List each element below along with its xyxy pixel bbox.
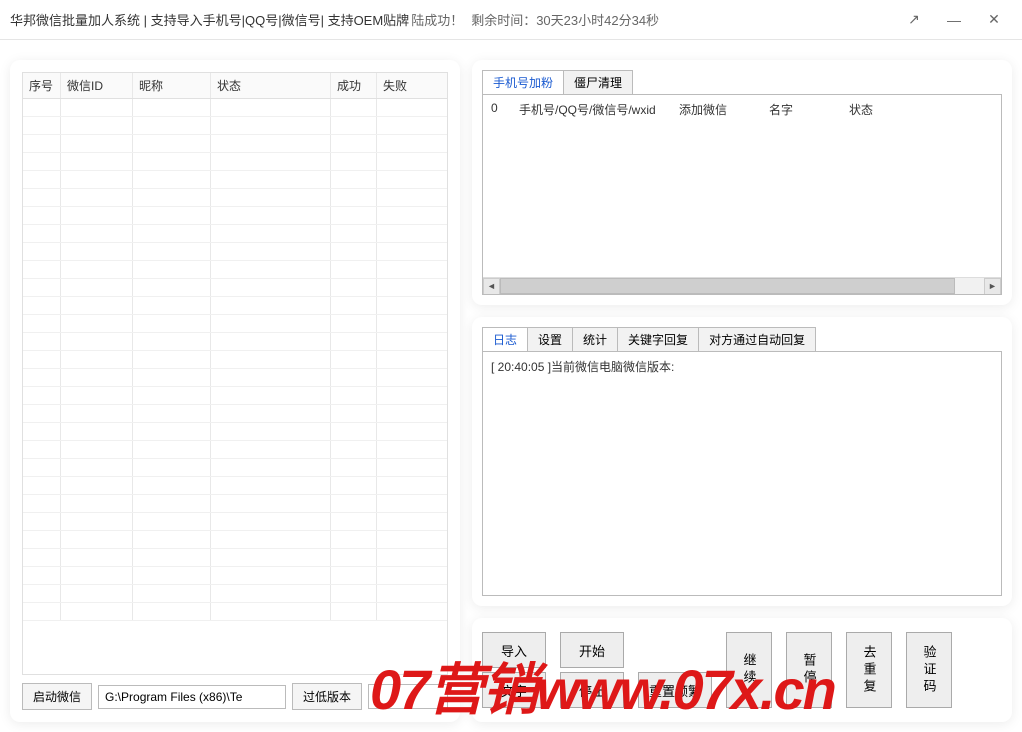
- stop-button[interactable]: 停止: [560, 672, 624, 708]
- scroll-track[interactable]: [500, 278, 984, 294]
- table-row[interactable]: [23, 585, 447, 603]
- table-row[interactable]: [23, 99, 447, 117]
- table-row[interactable]: [23, 405, 447, 423]
- table-row[interactable]: [23, 207, 447, 225]
- table-row[interactable]: [23, 225, 447, 243]
- table-row[interactable]: [23, 117, 447, 135]
- table-row[interactable]: [23, 603, 447, 621]
- log-tabs: 日志 设置 统计 关键字回复 对方通过自动回复: [482, 327, 1002, 351]
- remaining-time: 剩余时间：30天23小时42分34秒: [471, 10, 659, 29]
- import-button[interactable]: 导入: [482, 632, 546, 668]
- low-version-button[interactable]: 过低版本: [292, 683, 362, 710]
- log-line: [ 20:40:05 ]当前微信电脑微信版本:: [491, 358, 993, 375]
- window-controls: ↗ — ✕: [904, 10, 1012, 30]
- log-panel: 日志 设置 统计 关键字回复 对方通过自动回复 [ 20:40:05 ]当前微信…: [472, 317, 1012, 606]
- table-row[interactable]: [23, 369, 447, 387]
- accounts-table[interactable]: 序号 微信ID 昵称 状态 成功 失败: [22, 72, 448, 675]
- col-nick: 昵称: [133, 73, 211, 98]
- horizontal-scrollbar[interactable]: ◄ ►: [483, 277, 1001, 294]
- tab-phone-add[interactable]: 手机号加粉: [482, 70, 564, 94]
- tab-stats[interactable]: 统计: [572, 327, 618, 351]
- verify-button[interactable]: 验证码: [906, 632, 952, 708]
- rcol-status: 状态: [843, 99, 999, 120]
- app-title: 华邦微信批量加人系统 | 支持导入手机号|QQ号|微信号| 支持OEM贴牌: [10, 10, 409, 29]
- targets-table-body[interactable]: [483, 124, 1001, 277]
- controls-panel: 导入 文字 开始 停止 重置频繁 继续 暂停 去重复 验证码: [472, 618, 1012, 722]
- table-row[interactable]: [23, 459, 447, 477]
- table-row[interactable]: [23, 171, 447, 189]
- wechat-path-input[interactable]: [98, 685, 286, 709]
- table-row[interactable]: [23, 567, 447, 585]
- titlebar: 华邦微信批量加人系统 | 支持导入手机号|QQ号|微信号| 支持OEM贴牌 陆成…: [0, 0, 1022, 40]
- start-button[interactable]: 开始: [560, 632, 624, 668]
- tab-log[interactable]: 日志: [482, 327, 528, 351]
- table-row[interactable]: [23, 477, 447, 495]
- table-row[interactable]: [23, 315, 447, 333]
- rcol-name: 名字: [763, 99, 843, 120]
- minimize-icon[interactable]: —: [944, 10, 964, 30]
- accounts-table-header: 序号 微信ID 昵称 状态 成功 失败: [23, 73, 447, 99]
- table-row[interactable]: [23, 531, 447, 549]
- rcol-add: 添加微信: [673, 99, 763, 120]
- table-row[interactable]: [23, 153, 447, 171]
- scroll-thumb[interactable]: [500, 278, 955, 294]
- table-row[interactable]: [23, 279, 447, 297]
- continue-button[interactable]: 继续: [726, 632, 772, 708]
- pause-button[interactable]: 暂停: [786, 632, 832, 708]
- login-status: 陆成功！: [411, 10, 463, 29]
- accounts-table-body: [23, 99, 447, 675]
- table-row[interactable]: [23, 261, 447, 279]
- expand-icon[interactable]: ↗: [904, 10, 924, 30]
- col-status: 状态: [211, 73, 331, 98]
- table-row[interactable]: [23, 351, 447, 369]
- table-row[interactable]: [23, 441, 447, 459]
- col-succ: 成功: [331, 73, 377, 98]
- scroll-left-icon[interactable]: ◄: [483, 278, 500, 295]
- targets-tab-panel: 0 手机号/QQ号/微信号/wxid 添加微信 名字 状态 ◄ ►: [482, 94, 1002, 295]
- col-wxid: 微信ID: [61, 73, 133, 98]
- text-button[interactable]: 文字: [482, 672, 546, 708]
- tab-auto-reply[interactable]: 对方通过自动回复: [698, 327, 816, 351]
- start-wechat-button[interactable]: 启动微信: [22, 683, 92, 710]
- rcol-index: 0: [485, 99, 513, 120]
- extra-input[interactable]: [368, 684, 448, 709]
- close-icon[interactable]: ✕: [984, 10, 1004, 30]
- dedup-button[interactable]: 去重复: [846, 632, 892, 708]
- table-row[interactable]: [23, 513, 447, 531]
- scroll-right-icon[interactable]: ►: [984, 278, 1001, 295]
- accounts-panel: 序号 微信ID 昵称 状态 成功 失败: [10, 60, 460, 722]
- targets-table-header: 0 手机号/QQ号/微信号/wxid 添加微信 名字 状态: [483, 95, 1001, 124]
- targets-tabs: 手机号加粉 僵尸清理: [482, 70, 1002, 94]
- table-row[interactable]: [23, 189, 447, 207]
- rcol-id: 手机号/QQ号/微信号/wxid: [513, 99, 673, 120]
- table-row[interactable]: [23, 387, 447, 405]
- reset-freq-button[interactable]: 重置频繁: [638, 672, 712, 708]
- targets-panel: 手机号加粉 僵尸清理 0 手机号/QQ号/微信号/wxid 添加微信 名字 状态…: [472, 60, 1012, 305]
- table-row[interactable]: [23, 495, 447, 513]
- table-row[interactable]: [23, 549, 447, 567]
- tab-keyword-reply[interactable]: 关键字回复: [617, 327, 699, 351]
- table-row[interactable]: [23, 423, 447, 441]
- table-row[interactable]: [23, 297, 447, 315]
- tab-zombie-clean[interactable]: 僵尸清理: [563, 70, 633, 94]
- col-seq: 序号: [23, 73, 61, 98]
- log-area[interactable]: [ 20:40:05 ]当前微信电脑微信版本:: [482, 351, 1002, 596]
- col-fail: 失败: [377, 73, 447, 98]
- table-row[interactable]: [23, 135, 447, 153]
- tab-settings[interactable]: 设置: [527, 327, 573, 351]
- table-row[interactable]: [23, 243, 447, 261]
- table-row[interactable]: [23, 333, 447, 351]
